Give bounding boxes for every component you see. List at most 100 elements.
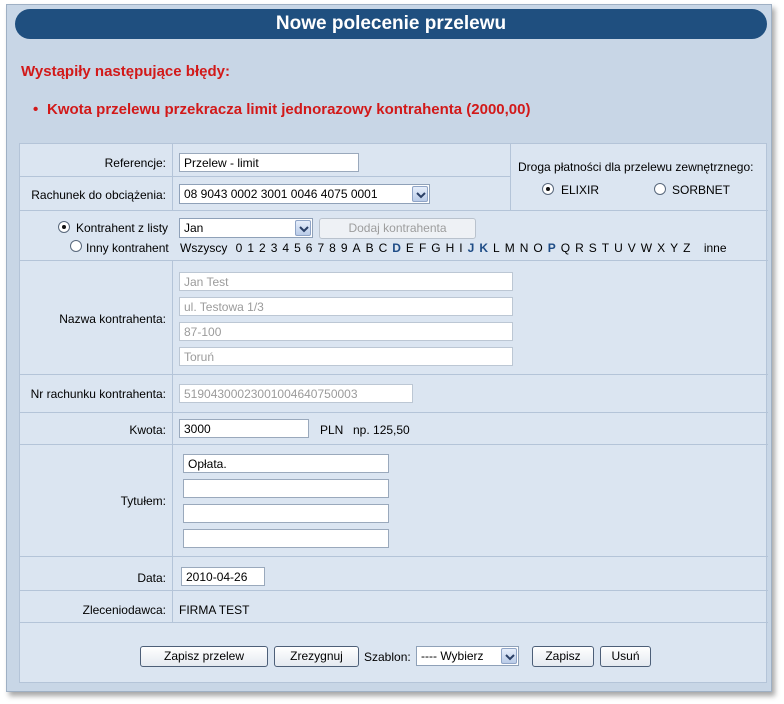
add-kontrahent-button[interactable]: Dodaj kontrahenta — [319, 218, 476, 239]
alphabet-link[interactable]: L — [493, 241, 500, 255]
alphabet-link[interactable]: F — [419, 241, 426, 255]
divider — [20, 260, 768, 261]
alphabet-link[interactable]: 5 — [294, 241, 301, 255]
cancel-button[interactable]: Zrezygnuj — [274, 646, 359, 667]
tytul-line-2[interactable] — [183, 479, 389, 498]
kontrahent-value: Jan — [184, 221, 204, 235]
divider — [20, 210, 768, 211]
error-heading: Wystąpiły następujące błędy: — [21, 63, 230, 80]
elixir-label: ELIXIR — [561, 183, 600, 197]
alphabet-filter: Wszyscy 0123456789ABCDEFGHIJKLMNOPQRSTUV… — [180, 241, 732, 255]
alphabet-link[interactable]: 9 — [341, 241, 348, 255]
template-select[interactable]: ---- Wybierz — [416, 646, 519, 666]
nazwa-line-1[interactable]: Jan Test — [179, 272, 513, 291]
sorbnet-label: SORBNET — [672, 183, 731, 197]
nazwa-line-2[interactable]: ul. Testowa 1/3 — [179, 297, 513, 316]
alphabet-link[interactable]: 2 — [259, 241, 266, 255]
nr-rachunku-label: Nr rachunku kontrahenta: — [30, 387, 166, 401]
zleceniodawca-value: FIRMA TEST — [179, 603, 250, 617]
rachunek-label: Rachunek do obciążenia: — [31, 188, 166, 202]
kwota-input[interactable]: 3000 — [179, 419, 309, 438]
rachunek-select[interactable]: 08 9043 0002 3001 0046 4075 0001 — [179, 184, 430, 204]
alphabet-other-link[interactable]: inne — [704, 241, 727, 255]
alphabet-link[interactable]: Y — [670, 241, 678, 255]
referencja-input[interactable]: Przelew - limit — [179, 153, 359, 172]
alphabet-link[interactable]: G — [431, 241, 440, 255]
kwota-currency: PLN — [320, 423, 344, 437]
alphabet-link[interactable]: H — [446, 241, 455, 255]
divider — [172, 144, 173, 210]
kontrahent-list-radio[interactable] — [58, 221, 70, 233]
divider — [20, 590, 768, 591]
alphabet-link[interactable]: T — [602, 241, 609, 255]
error-text: Kwota przelewu przekracza limit jednoraz… — [47, 101, 531, 118]
tytul-line-4[interactable] — [183, 529, 389, 548]
alphabet-link[interactable]: D — [392, 241, 401, 255]
alphabet-link[interactable]: X — [657, 241, 665, 255]
divider — [20, 556, 768, 557]
tytul-label: Tytułem: — [120, 494, 166, 508]
template-label: Szablon: — [364, 650, 411, 664]
data-label: Data: — [137, 571, 166, 585]
page-title: Nowe polecenie przelewu — [15, 9, 767, 39]
alphabet-link[interactable]: B — [366, 241, 374, 255]
error-item: • Kwota przelewu przekracza limit jednor… — [33, 101, 531, 118]
alphabet-link[interactable]: W — [641, 241, 652, 255]
chevron-down-icon[interactable] — [295, 220, 311, 236]
alphabet-link[interactable]: P — [548, 241, 556, 255]
kontrahent-list-label: Kontrahent z listy — [76, 221, 169, 235]
alphabet-link[interactable]: 1 — [247, 241, 254, 255]
alphabet-link[interactable]: 7 — [317, 241, 324, 255]
alphabet-link[interactable]: M — [505, 241, 515, 255]
template-value: ---- Wybierz — [421, 649, 484, 663]
divider — [20, 176, 510, 177]
kontrahent-other-label: Inny kontrahent — [86, 241, 169, 255]
tytul-line-1[interactable]: Opłata. — [183, 454, 389, 473]
kontrahent-other-radio[interactable] — [70, 240, 82, 252]
alphabet-link[interactable]: O — [533, 241, 542, 255]
alphabet-link[interactable]: 6 — [306, 241, 313, 255]
alphabet-link[interactable]: I — [459, 241, 462, 255]
sorbnet-radio[interactable] — [654, 183, 666, 195]
nazwa-label: Nazwa kontrahenta: — [59, 312, 166, 326]
alphabet-link[interactable]: N — [520, 241, 529, 255]
elixir-radio[interactable] — [542, 183, 554, 195]
droga-label: Droga płatności dla przelewu zewnętrzneg… — [518, 160, 754, 174]
alphabet-link[interactable]: 0 — [236, 241, 243, 255]
alphabet-link[interactable]: K — [479, 241, 488, 255]
divider — [20, 412, 768, 413]
alphabet-link[interactable]: V — [628, 241, 636, 255]
rachunek-value: 08 9043 0002 3001 0046 4075 0001 — [184, 187, 378, 201]
divider — [510, 144, 511, 210]
alphabet-link[interactable]: 3 — [271, 241, 278, 255]
save-transfer-button[interactable]: Zapisz przelew — [140, 646, 268, 667]
divider — [20, 374, 768, 375]
alphabet-link[interactable]: A — [353, 241, 361, 255]
kontrahent-select[interactable]: Jan — [179, 218, 313, 238]
nr-rachunku-input[interactable]: 51904300023001004640750003 — [179, 384, 413, 403]
kwota-label: Kwota: — [129, 423, 166, 437]
template-save-button[interactable]: Zapisz — [532, 646, 594, 667]
alphabet-link[interactable]: S — [589, 241, 597, 255]
zleceniodawca-label: Zleceniodawca: — [82, 603, 166, 617]
template-delete-button[interactable]: Usuń — [600, 646, 651, 667]
data-input[interactable]: 2010-04-26 — [181, 567, 265, 586]
tytul-line-3[interactable] — [183, 504, 389, 523]
alphabet-link[interactable]: 4 — [282, 241, 289, 255]
divider — [20, 444, 768, 445]
alphabet-all-link[interactable]: Wszyscy — [180, 241, 227, 255]
divider — [20, 622, 768, 623]
alphabet-link[interactable]: 8 — [329, 241, 336, 255]
nazwa-line-3[interactable]: 87-100 — [179, 322, 513, 341]
alphabet-link[interactable]: U — [614, 241, 623, 255]
alphabet-link[interactable]: Z — [683, 241, 690, 255]
alphabet-link[interactable]: E — [406, 241, 414, 255]
alphabet-link[interactable]: Q — [561, 241, 570, 255]
nazwa-line-4[interactable]: Toruń — [179, 347, 513, 366]
bullet-icon: • — [33, 101, 39, 118]
alphabet-link[interactable]: J — [468, 241, 475, 255]
chevron-down-icon[interactable] — [501, 648, 517, 664]
chevron-down-icon[interactable] — [412, 186, 428, 202]
alphabet-link[interactable]: R — [575, 241, 584, 255]
alphabet-link[interactable]: C — [379, 241, 388, 255]
